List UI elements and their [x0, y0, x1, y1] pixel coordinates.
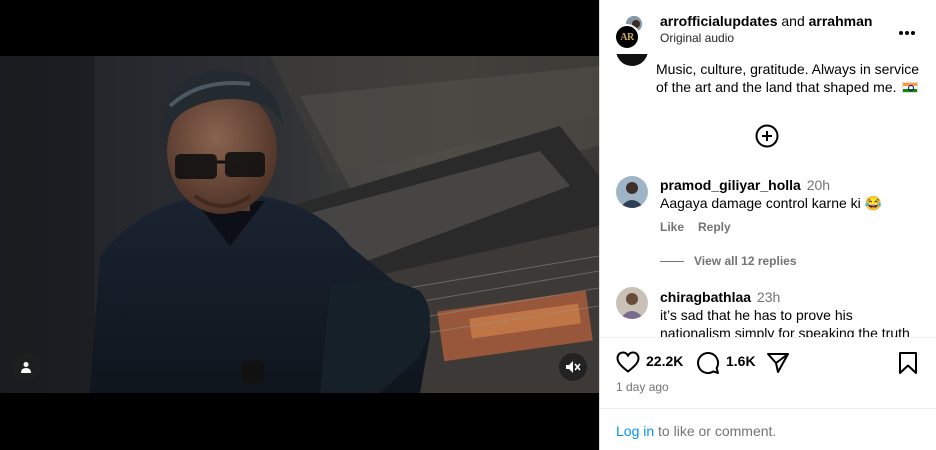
paper-plane-icon[interactable]	[766, 351, 790, 380]
avatar[interactable]	[616, 176, 648, 208]
comment-username[interactable]: chiragbathlaa	[660, 289, 751, 305]
avatar-monogram: AR	[620, 31, 634, 43]
load-more-comments-icon[interactable]	[755, 124, 779, 148]
like-comment-button[interactable]: Like	[660, 220, 684, 234]
audio-label[interactable]: Original audio	[660, 31, 734, 45]
author-link[interactable]: arrofficialupdates	[660, 13, 777, 29]
comment-bubble-icon[interactable]	[696, 351, 720, 380]
comment-username[interactable]: pramod_giliyar_holla	[660, 177, 801, 193]
caption-text: Music, culture, gratitude. Always in ser…	[656, 61, 919, 95]
video-player[interactable]	[0, 56, 599, 393]
post-timestamp[interactable]: 1 day ago	[616, 380, 669, 394]
collab-avatars[interactable]: AR	[614, 14, 644, 50]
comment-body: chiragbathlaa 23h it’s sad that he has t…	[660, 288, 920, 337]
divider	[660, 260, 684, 262]
like-count[interactable]: 22.2K	[646, 353, 683, 369]
comment-time[interactable]: 20h	[807, 177, 830, 193]
comment-count[interactable]: 1.6K	[726, 353, 756, 369]
avatar: AR	[614, 24, 640, 50]
author-separator: and	[781, 13, 805, 29]
comment-text: Aagaya damage control karne ki 😂	[660, 195, 883, 211]
more-options-icon[interactable]	[899, 22, 917, 35]
user-tag-icon[interactable]	[12, 353, 40, 381]
avatar[interactable]	[616, 54, 648, 66]
video-frame-image	[0, 56, 599, 393]
author-link[interactable]: arrahman	[809, 13, 873, 29]
login-link[interactable]: Log in	[616, 423, 654, 439]
view-replies-label: View all 12 replies	[694, 254, 797, 268]
post-header: AR arrofficialupdates and arrahman Origi…	[600, 0, 936, 54]
post-authors: arrofficialupdates and arrahman	[660, 13, 872, 29]
post-media	[0, 0, 599, 450]
engagement-bar: 22.2K 1.6K 1 day ago Log in to like or c…	[600, 337, 936, 450]
heart-icon[interactable]	[616, 351, 640, 378]
avatar[interactable]	[616, 287, 648, 319]
login-prompt: Log in to like or comment.	[600, 408, 936, 450]
india-flag-icon	[902, 82, 919, 93]
login-prompt-text: to like or comment.	[658, 423, 777, 439]
bookmark-icon[interactable]	[898, 351, 918, 380]
comment-time[interactable]: 23h	[757, 289, 780, 305]
comments-section[interactable]: Music, culture, gratitude. Always in ser…	[600, 54, 936, 337]
post-details-panel: AR arrofficialupdates and arrahman Origi…	[599, 0, 936, 450]
comment-body: pramod_giliyar_holla 20h Aagaya damage c…	[660, 176, 920, 212]
view-replies-button[interactable]: View all 12 replies	[660, 254, 797, 268]
muted-speaker-icon[interactable]	[559, 353, 587, 381]
reply-button[interactable]: Reply	[698, 220, 731, 234]
caption: Music, culture, gratitude. Always in ser…	[656, 60, 926, 96]
comment-text: it’s sad that he has to prove his nation…	[660, 307, 910, 337]
comment-actions: Like Reply	[660, 220, 745, 234]
